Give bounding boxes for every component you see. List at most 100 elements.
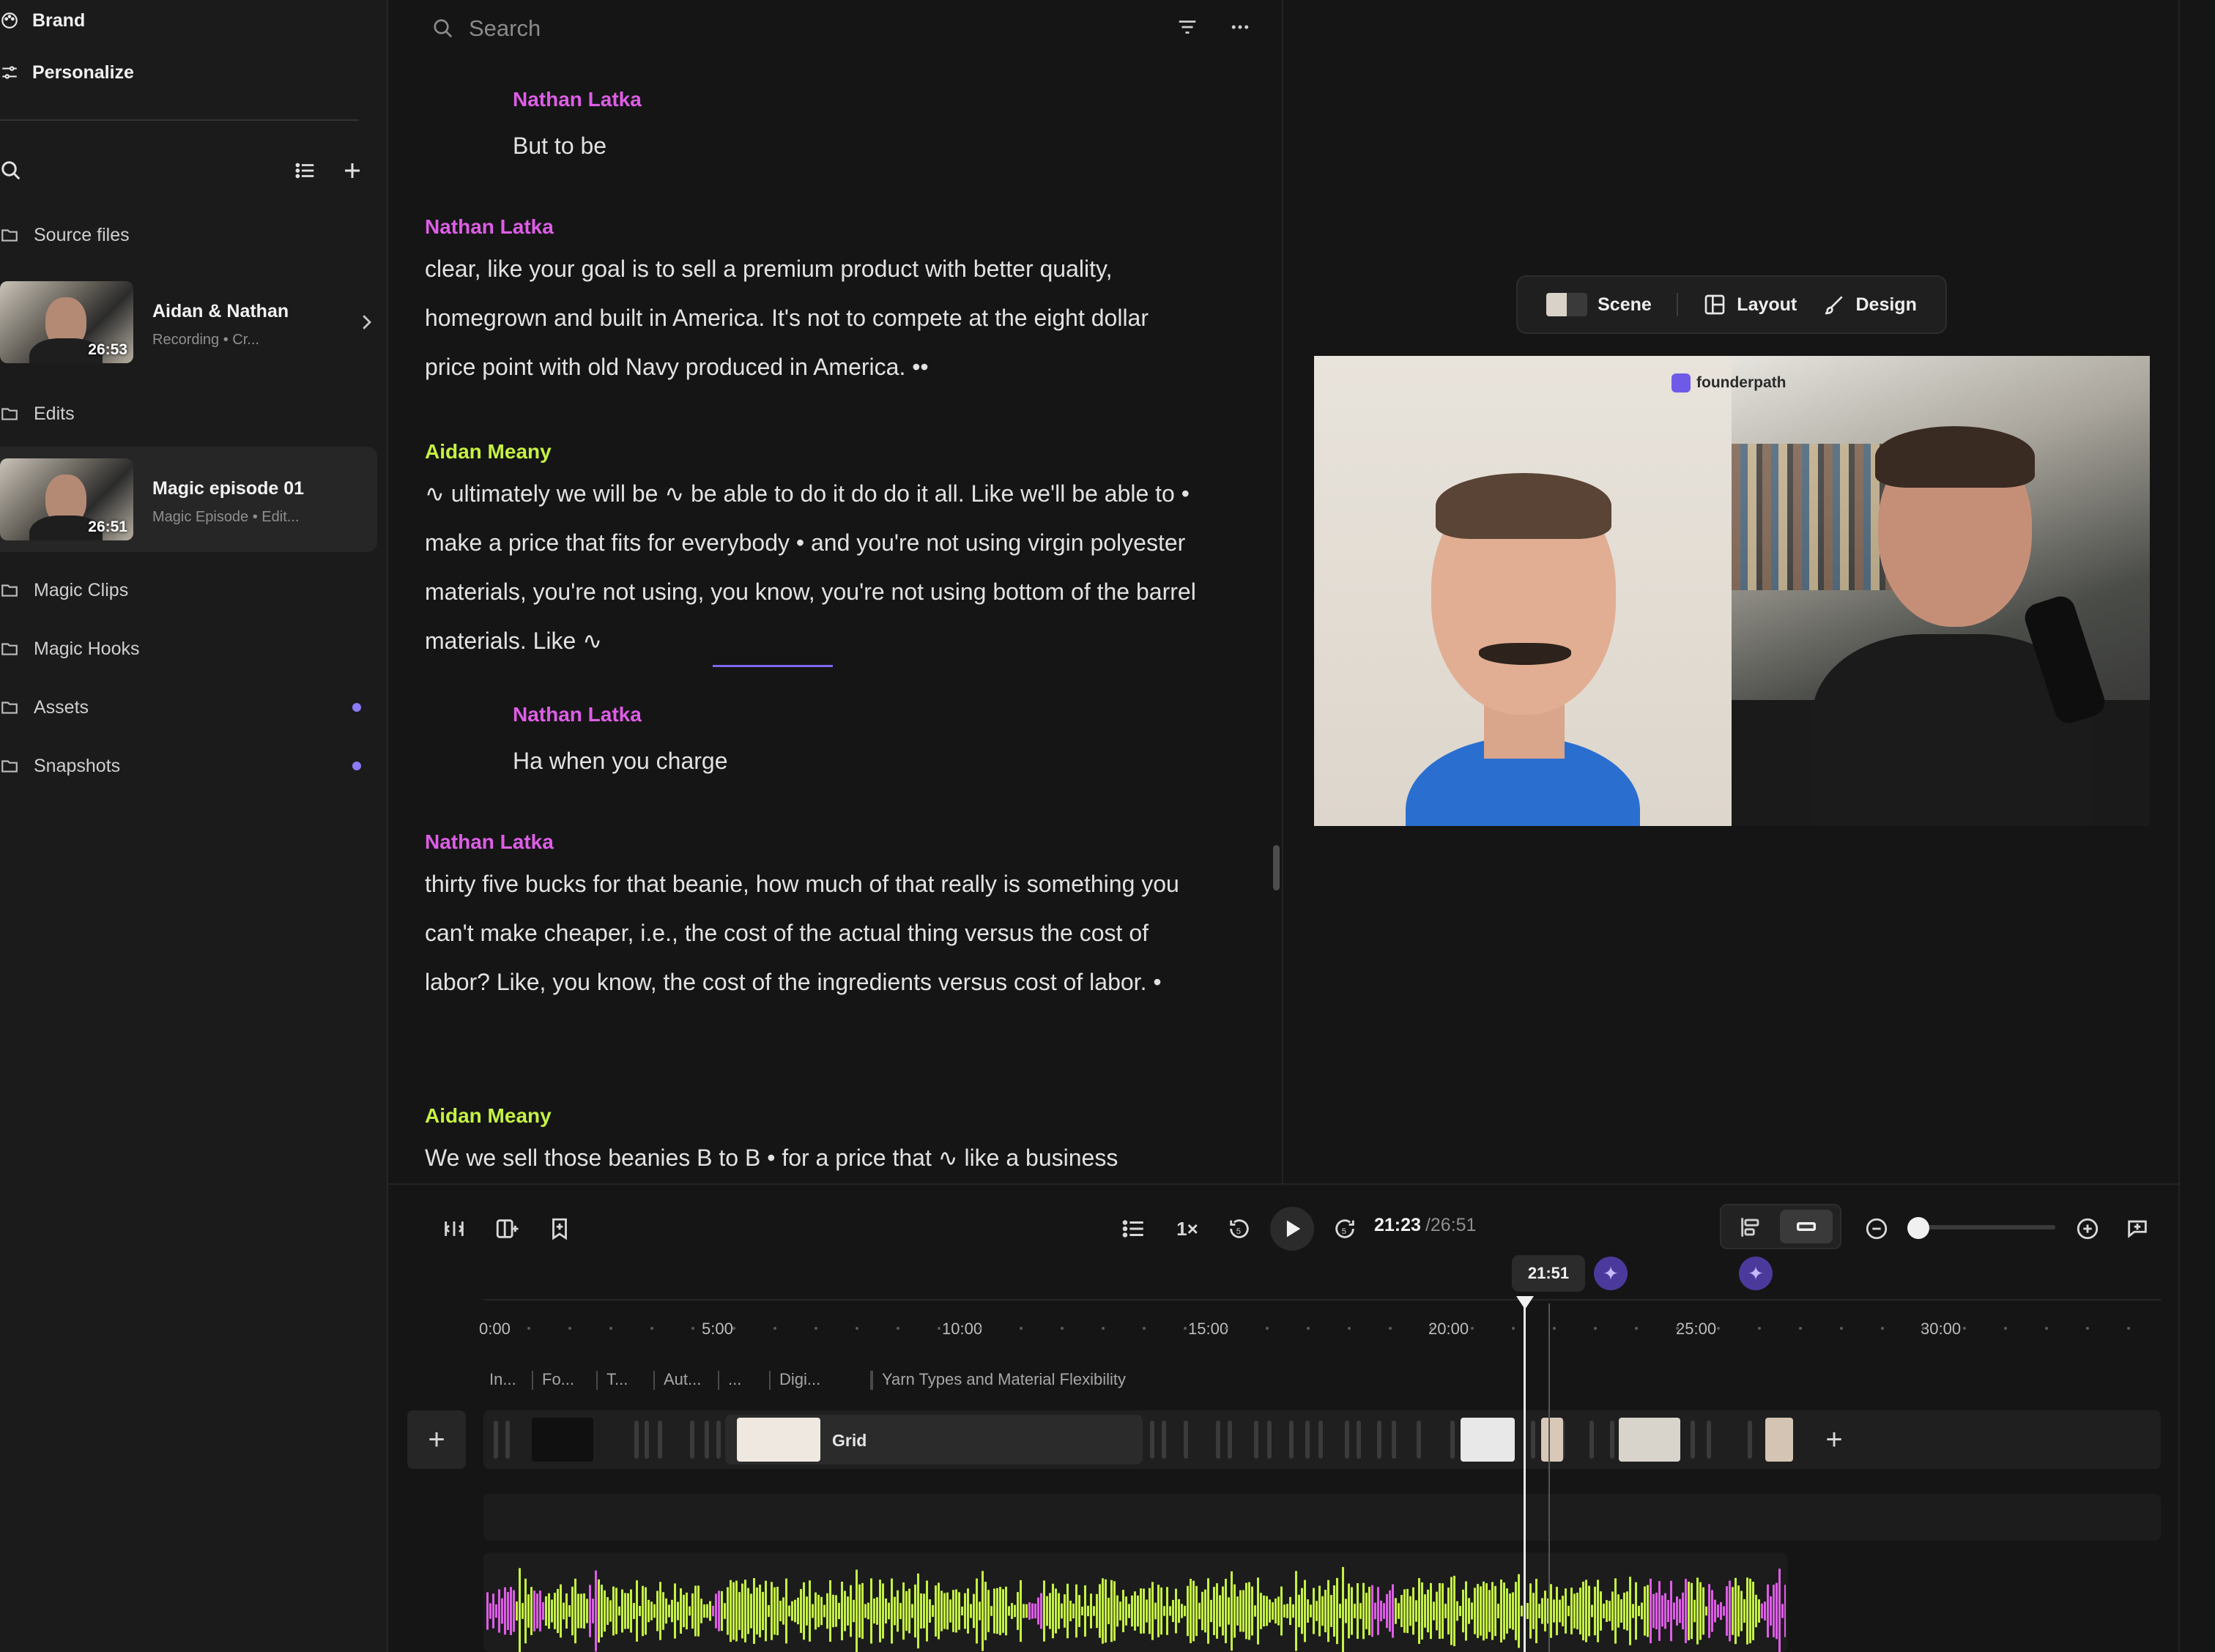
clip-segment[interactable] bbox=[1748, 1421, 1752, 1459]
clip-segment[interactable] bbox=[1305, 1421, 1310, 1459]
clip-thumbnail[interactable] bbox=[1541, 1418, 1563, 1462]
edit-item-magic-episode[interactable]: 26:51 Magic episode 01 Magic Episode • E… bbox=[0, 458, 377, 540]
playback-speed-button[interactable]: 1× bbox=[1169, 1213, 1206, 1245]
sidebar-item-snapshots[interactable]: Snapshots bbox=[0, 740, 377, 792]
scene-button[interactable]: Scene bbox=[1546, 293, 1652, 316]
clip-segment[interactable] bbox=[1228, 1421, 1232, 1459]
video-preview[interactable]: founderpath bbox=[1314, 356, 2150, 826]
add-clip-button[interactable]: + bbox=[407, 1410, 466, 1469]
magic-marker-icon[interactable]: ✦ bbox=[1594, 1257, 1628, 1290]
comment-icon[interactable] bbox=[2121, 1213, 2153, 1245]
clip-segment[interactable] bbox=[1392, 1421, 1396, 1459]
transcript-text[interactable]: We we sell those beanies B to B • for a … bbox=[425, 1134, 1201, 1183]
sidebar-item-brand[interactable]: Brand bbox=[0, 0, 85, 44]
zoom-slider-track[interactable] bbox=[1907, 1225, 2055, 1229]
transcript-text[interactable]: ∿ ultimately we will be ∿ be able to do … bbox=[425, 469, 1201, 666]
transcript-text[interactable]: thirty five bucks for that beanie, how m… bbox=[425, 860, 1201, 1007]
transcript-block[interactable]: Aidan Meany We we sell those beanies B t… bbox=[425, 1104, 1201, 1183]
clip-segment[interactable] bbox=[1289, 1421, 1294, 1459]
clip-segment[interactable] bbox=[1216, 1421, 1220, 1459]
forward-5-icon[interactable]: 5 bbox=[1329, 1213, 1361, 1245]
transcript-scrollbar[interactable] bbox=[1273, 845, 1280, 890]
clip-segment[interactable] bbox=[1267, 1421, 1272, 1459]
play-button[interactable] bbox=[1270, 1207, 1314, 1251]
clip-segment[interactable] bbox=[705, 1421, 709, 1459]
recording-item[interactable]: 26:53 Aidan & Nathan Recording • Cr... bbox=[0, 281, 377, 363]
chapter-label[interactable]: ... bbox=[728, 1370, 741, 1389]
rewind-5-icon[interactable]: 5 bbox=[1223, 1213, 1255, 1245]
playhead-line[interactable] bbox=[1524, 1298, 1526, 1652]
clip-segment[interactable] bbox=[1162, 1421, 1166, 1459]
sidebar-item-assets[interactable]: Assets bbox=[0, 681, 377, 734]
sidebar-item-edits[interactable]: Edits bbox=[0, 387, 377, 440]
clip-segment[interactable] bbox=[690, 1421, 694, 1459]
filter-icon[interactable] bbox=[1176, 16, 1198, 38]
clip-segment[interactable] bbox=[1450, 1421, 1455, 1459]
zoom-in-icon[interactable] bbox=[2071, 1213, 2104, 1245]
sidebar-item-source-files[interactable]: Source files bbox=[0, 209, 377, 261]
add-icon[interactable] bbox=[341, 160, 363, 182]
zoom-out-icon[interactable] bbox=[1860, 1213, 1893, 1245]
more-options-icon[interactable] bbox=[1229, 16, 1251, 38]
layout-button[interactable]: Layout bbox=[1703, 293, 1797, 316]
sidebar-item-magic-hooks[interactable]: Magic Hooks bbox=[0, 622, 377, 675]
transcript-block[interactable]: Aidan Meany ∿ ultimately we will be ∿ be… bbox=[425, 440, 1201, 666]
clip-segment[interactable] bbox=[505, 1421, 510, 1459]
chapter-label[interactable]: In... bbox=[489, 1370, 516, 1389]
transcript-text[interactable]: clear, like your goal is to sell a premi… bbox=[425, 245, 1201, 392]
clip-segment[interactable] bbox=[1318, 1421, 1323, 1459]
align-tracks-icon[interactable] bbox=[1734, 1211, 1767, 1243]
sidebar-item-personalize[interactable]: Personalize bbox=[0, 49, 134, 96]
clip-segment[interactable] bbox=[658, 1421, 662, 1459]
search-icon[interactable] bbox=[0, 160, 22, 182]
design-button[interactable]: Design bbox=[1822, 293, 1917, 316]
clip-segment[interactable] bbox=[1184, 1421, 1188, 1459]
clip-segment[interactable] bbox=[645, 1421, 649, 1459]
brush-icon bbox=[1822, 293, 1846, 316]
zoom-slider-handle[interactable] bbox=[1907, 1217, 1929, 1239]
clip-segment[interactable] bbox=[1254, 1421, 1258, 1459]
clip-segment[interactable] bbox=[1377, 1421, 1381, 1459]
playhead-handle[interactable] bbox=[1516, 1296, 1534, 1309]
add-layer-icon[interactable] bbox=[491, 1213, 523, 1245]
transcript-text[interactable]: Ha when you charge bbox=[513, 737, 1172, 786]
clip-thumbnail[interactable] bbox=[532, 1418, 593, 1462]
chevron-right-icon[interactable] bbox=[355, 311, 377, 333]
magic-marker-icon[interactable]: ✦ bbox=[1739, 1257, 1773, 1290]
clip-segment[interactable] bbox=[1691, 1421, 1695, 1459]
sidebar-item-magic-clips[interactable]: Magic Clips bbox=[0, 564, 377, 617]
transcript-search[interactable]: Search bbox=[432, 10, 541, 47]
clip-segment[interactable] bbox=[1150, 1421, 1154, 1459]
bookmark-add-icon[interactable] bbox=[543, 1213, 576, 1245]
clip-segment[interactable] bbox=[494, 1421, 498, 1459]
add-clip-end-button[interactable]: + bbox=[1805, 1410, 1863, 1469]
chapter-label[interactable]: T... bbox=[606, 1370, 628, 1389]
chapter-label[interactable]: Aut... bbox=[664, 1370, 701, 1389]
transcript-text[interactable]: But to be bbox=[513, 122, 1172, 171]
chapter-label[interactable]: Digi... bbox=[779, 1370, 820, 1389]
clip-segment[interactable] bbox=[634, 1421, 639, 1459]
chapter-label[interactable]: Fo... bbox=[542, 1370, 574, 1389]
clip-thumbnail[interactable] bbox=[1461, 1418, 1515, 1462]
clip-segment[interactable] bbox=[716, 1421, 721, 1459]
empty-track[interactable] bbox=[483, 1494, 2161, 1541]
clip-segment[interactable] bbox=[1610, 1421, 1614, 1459]
clip-segment[interactable] bbox=[1531, 1421, 1535, 1459]
clip-thumbnail[interactable] bbox=[1619, 1418, 1680, 1462]
transcript-block[interactable]: Nathan Latka Ha when you charge bbox=[513, 703, 1172, 786]
transcript-block[interactable]: Nathan Latka thirty five bucks for that … bbox=[425, 830, 1201, 1007]
clip-segment[interactable] bbox=[1345, 1421, 1349, 1459]
clip-thumbnail[interactable] bbox=[1765, 1418, 1793, 1462]
list-view-icon[interactable] bbox=[294, 160, 316, 182]
transcript-block[interactable]: Nathan Latka But to be bbox=[513, 88, 1172, 171]
transcript-block[interactable]: Nathan Latka clear, like your goal is to… bbox=[425, 215, 1201, 392]
chapters-list-icon[interactable] bbox=[1118, 1213, 1150, 1245]
clip-segment[interactable] bbox=[1707, 1421, 1711, 1459]
split-icon[interactable] bbox=[438, 1213, 470, 1245]
waveform-bar bbox=[1295, 1571, 1297, 1651]
chapter-label[interactable]: Yarn Types and Material Flexibility bbox=[882, 1370, 1126, 1389]
clip-segment[interactable] bbox=[1357, 1421, 1361, 1459]
compact-view-icon[interactable] bbox=[1780, 1210, 1833, 1243]
clip-segment[interactable] bbox=[1417, 1421, 1421, 1459]
clip-segment[interactable] bbox=[1589, 1421, 1594, 1459]
